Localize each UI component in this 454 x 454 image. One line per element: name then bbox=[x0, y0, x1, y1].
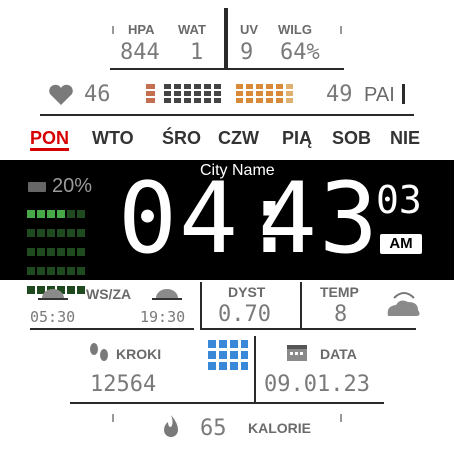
uv-label: UV bbox=[240, 22, 259, 37]
footsteps-icon bbox=[88, 342, 110, 364]
calories-label: KALORIE bbox=[248, 420, 311, 436]
day-sro: ŚRO bbox=[162, 128, 202, 148]
cloud-icon bbox=[384, 290, 424, 320]
uv-value: 9 bbox=[240, 40, 254, 65]
top-dash-right bbox=[340, 26, 342, 34]
pai-label: PAI bbox=[364, 84, 395, 106]
day-czw: CZW bbox=[218, 128, 259, 148]
day-sob: SOB bbox=[332, 128, 372, 148]
middle-row-underline bbox=[200, 328, 416, 330]
wat-label: WAT bbox=[178, 22, 206, 37]
heart-rate-value: 46 bbox=[84, 82, 111, 107]
bottom-dash-left bbox=[112, 414, 114, 422]
wilg-label: WILG bbox=[278, 22, 312, 37]
top-dash-left bbox=[112, 26, 114, 34]
flame-icon bbox=[160, 414, 182, 440]
heart-row-underline bbox=[40, 114, 414, 116]
day-wto: WTO bbox=[92, 128, 134, 148]
heart-icon bbox=[48, 84, 74, 106]
battery-icon bbox=[28, 182, 46, 192]
hpa-value: 844 bbox=[120, 40, 160, 65]
ampm-label: AM bbox=[389, 235, 413, 252]
date-label: DATA bbox=[320, 346, 357, 362]
calories-value: 65 bbox=[200, 416, 227, 441]
wat-value: 1 bbox=[190, 40, 204, 65]
sun-label: WS/ZA bbox=[86, 286, 132, 302]
sunset-time: 19:30 bbox=[140, 308, 186, 326]
steps-date-divider bbox=[254, 336, 256, 402]
heart-zone-bars bbox=[146, 84, 306, 106]
bottom-dash-right bbox=[340, 414, 342, 422]
time-seconds: 03 bbox=[376, 178, 422, 222]
sun-underline bbox=[30, 328, 194, 330]
sunrise-time: 05:30 bbox=[30, 308, 76, 326]
pai-value: 49 bbox=[326, 82, 353, 107]
hpa-label: HPA bbox=[128, 22, 155, 37]
steps-label: KROKI bbox=[116, 346, 162, 362]
ampm-badge: AM bbox=[380, 234, 422, 254]
day-pon: PON bbox=[30, 128, 70, 148]
day-pia: PIĄ bbox=[282, 128, 313, 148]
distance-label: DYST bbox=[228, 284, 266, 300]
time-hours: 04 bbox=[118, 162, 241, 276]
day-nie: NIE bbox=[390, 128, 421, 148]
distance-value: 0.70 bbox=[218, 302, 271, 327]
date-value: 09.01.23 bbox=[264, 372, 370, 397]
calendar-icon bbox=[286, 342, 308, 362]
wilg-value: 64% bbox=[280, 40, 320, 65]
top-center-divider bbox=[224, 8, 228, 70]
panel-divider-2 bbox=[300, 282, 302, 328]
steps-row-underline bbox=[70, 402, 384, 404]
pai-end-bar bbox=[402, 84, 405, 104]
sunset-icon bbox=[152, 284, 182, 300]
battery-percent: 20% bbox=[52, 175, 93, 197]
temp-value: 8 bbox=[334, 302, 348, 327]
steps-value: 12564 bbox=[90, 372, 157, 397]
time-minutes: 43 bbox=[258, 162, 381, 276]
sunrise-icon bbox=[38, 284, 68, 300]
temp-label: TEMP bbox=[320, 284, 359, 300]
panel-divider-1 bbox=[200, 282, 202, 328]
steps-progress-grid bbox=[208, 340, 248, 380]
top-stats-underline bbox=[110, 68, 344, 70]
